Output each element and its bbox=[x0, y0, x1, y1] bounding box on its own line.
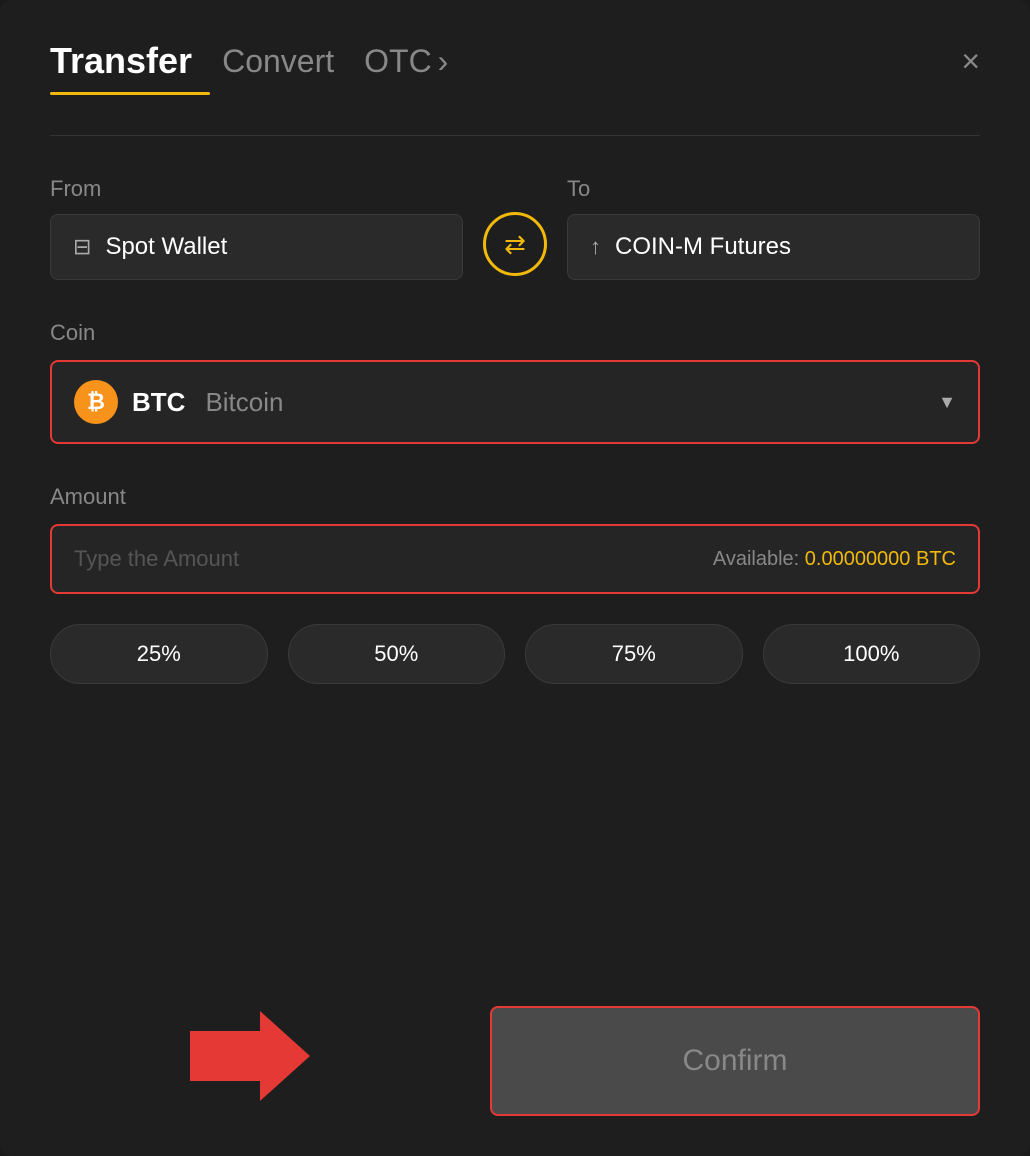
pct-100-button[interactable]: 100% bbox=[763, 624, 981, 684]
bottom-area: Confirm bbox=[50, 986, 980, 1116]
modal-header: Transfer Convert OTC › × bbox=[50, 40, 980, 82]
transfer-modal: Transfer Convert OTC › × From ⊟ Spot Wal… bbox=[0, 0, 1030, 1156]
wallet-icon: ⊟ bbox=[73, 234, 91, 260]
amount-placeholder[interactable]: Type the Amount bbox=[74, 546, 239, 572]
amount-available: Available: 0.00000000 BTC bbox=[713, 548, 956, 571]
from-group: From ⊟ Spot Wallet bbox=[50, 176, 463, 280]
active-tab-indicator bbox=[50, 92, 210, 95]
coin-full-name: Bitcoin bbox=[205, 387, 283, 418]
arrow-svg bbox=[190, 1011, 310, 1101]
to-wallet-selector[interactable]: ↑ COIN-M Futures bbox=[567, 214, 980, 280]
amount-box: Type the Amount Available: 0.00000000 BT… bbox=[50, 524, 980, 594]
btc-icon: ₿ bbox=[74, 380, 118, 424]
header-divider bbox=[50, 135, 980, 136]
swap-icon: ⇄ bbox=[504, 229, 526, 260]
close-button[interactable]: × bbox=[961, 45, 980, 77]
coin-selector[interactable]: ₿ BTC Bitcoin ▼ bbox=[50, 360, 980, 444]
to-wallet-name: COIN-M Futures bbox=[615, 233, 791, 261]
tab-otc[interactable]: OTC › bbox=[364, 43, 448, 80]
to-label: To bbox=[567, 176, 980, 202]
to-group: To ↑ COIN-M Futures bbox=[567, 176, 980, 280]
arrow-indicator bbox=[190, 1011, 310, 1106]
pct-25-button[interactable]: 25% bbox=[50, 624, 268, 684]
futures-icon: ↑ bbox=[590, 234, 601, 260]
amount-label: Amount bbox=[50, 484, 980, 510]
confirm-button[interactable]: Confirm bbox=[490, 1006, 980, 1116]
percentage-row: 25% 50% 75% 100% bbox=[50, 624, 980, 684]
from-wallet-selector[interactable]: ⊟ Spot Wallet bbox=[50, 214, 463, 280]
from-to-section: From ⊟ Spot Wallet ⇄ To ↑ COIN-M Futures bbox=[50, 176, 980, 280]
coin-symbol: BTC bbox=[132, 387, 185, 418]
coin-label: Coin bbox=[50, 320, 980, 346]
tab-convert[interactable]: Convert bbox=[222, 43, 334, 80]
chevron-down-icon: ▼ bbox=[938, 392, 956, 413]
swap-button[interactable]: ⇄ bbox=[483, 212, 547, 276]
available-value: 0.00000000 BTC bbox=[805, 548, 956, 570]
tab-transfer[interactable]: Transfer bbox=[50, 40, 192, 82]
from-label: From bbox=[50, 176, 463, 202]
pct-75-button[interactable]: 75% bbox=[525, 624, 743, 684]
pct-50-button[interactable]: 50% bbox=[288, 624, 506, 684]
from-wallet-name: Spot Wallet bbox=[105, 233, 227, 261]
